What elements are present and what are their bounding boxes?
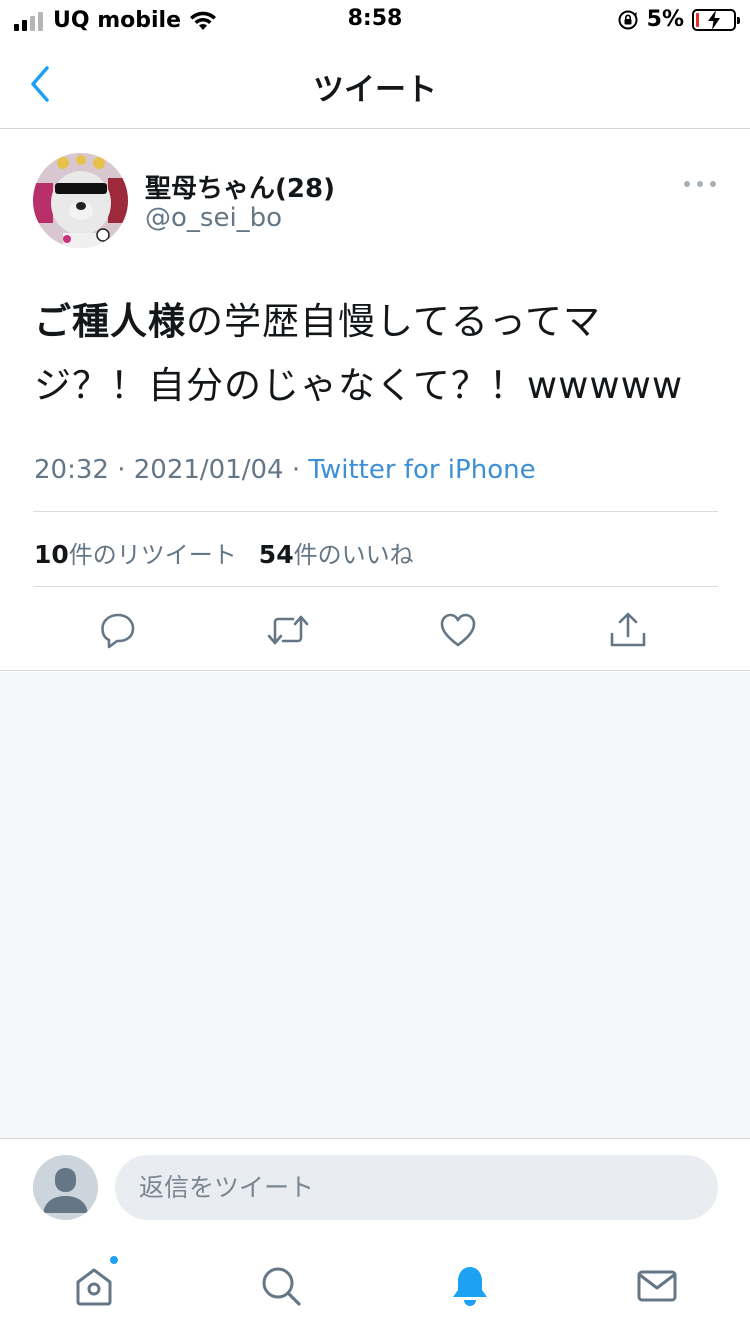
retweet-button[interactable] [263, 605, 313, 655]
retweets-stat[interactable]: 10件のリツイート [34, 540, 237, 569]
tweet-source-link[interactable]: Twitter for iPhone [308, 455, 535, 485]
reply-icon [101, 613, 135, 649]
tweet-date: 2021/01/04 [133, 455, 284, 485]
avatar-image [33, 153, 128, 248]
avatar[interactable] [33, 153, 128, 248]
share-icon [610, 612, 646, 647]
heart-icon [440, 613, 476, 647]
display-name[interactable]: 聖母ちゃん(28) [145, 168, 335, 205]
retweet-count: 10 [34, 540, 69, 569]
search-icon [262, 1267, 301, 1306]
battery-level [696, 12, 699, 27]
like-label: 件のいいね [293, 541, 414, 569]
reply-bar [0, 1138, 750, 1236]
divider [33, 586, 718, 587]
retweet-icon [267, 615, 309, 645]
likes-stat[interactable]: 54件のいいね [258, 540, 414, 569]
mail-icon [637, 1270, 677, 1302]
default-avatar-icon [33, 1155, 98, 1220]
battery-icon [692, 8, 740, 31]
tab-bar [0, 1236, 750, 1334]
status-bar: UQ mobile 8:58 5% [0, 0, 750, 40]
user-handle[interactable]: @o_sei_bo [145, 203, 282, 233]
tweet-stats: 10件のリツイート 54件のいいね [34, 535, 414, 570]
my-avatar[interactable] [33, 1155, 98, 1220]
tab-messages[interactable] [627, 1256, 687, 1316]
tab-search[interactable] [251, 1256, 311, 1316]
tweet-text-bold: ご種人様 [34, 300, 186, 343]
like-button[interactable] [433, 605, 483, 655]
charging-bolt-icon [708, 9, 720, 30]
more-dot [697, 181, 703, 187]
meta-separator: · [291, 455, 301, 485]
bell-icon [453, 1267, 487, 1306]
divider [33, 511, 718, 512]
tweet-text-line-1: ご種人様の学歴自慢してるってマ [34, 290, 714, 354]
more-dot [684, 181, 690, 187]
replies-area [0, 672, 750, 1138]
tweet-detail: 聖母ちゃん(28) @o_sei_bo ご種人様の学歴自慢してるってマ ジ？！自… [0, 130, 750, 671]
screen: UQ mobile 8:58 5% ツイート 聖母ちゃん(28) @o_sei_… [0, 0, 750, 1334]
share-button[interactable] [603, 605, 653, 655]
battery-percent: 5% [646, 7, 684, 32]
meta-separator: · [117, 455, 126, 485]
nav-header: ツイート [0, 40, 750, 129]
orientation-lock-icon [618, 10, 638, 29]
tweet-meta: 20:32 · 2021/01/04 · Twitter for iPhone [34, 455, 536, 485]
tab-notifications[interactable] [440, 1256, 500, 1316]
tweet-time: 20:32 [34, 455, 109, 485]
more-dot [710, 181, 716, 187]
like-count: 54 [258, 540, 294, 569]
tweet-actions [0, 605, 750, 655]
tweet-text: ご種人様の学歴自慢してるってマ ジ？！自分のじゃなくて？！wwwww [34, 290, 714, 418]
reply-input[interactable] [115, 1155, 718, 1220]
tweet-text-line-2: ジ？！自分のじゃなくて？！wwwww [34, 364, 684, 407]
more-options-button[interactable] [680, 172, 720, 196]
page-title: ツイート [313, 72, 437, 108]
retweet-label: 件のリツイート [68, 541, 237, 569]
reply-button[interactable] [93, 605, 143, 655]
home-icon [76, 1268, 112, 1306]
notification-dot [108, 1254, 120, 1266]
tweet-text-rest: の学歴自慢してるってマ [186, 300, 602, 343]
tab-home[interactable] [64, 1254, 124, 1316]
